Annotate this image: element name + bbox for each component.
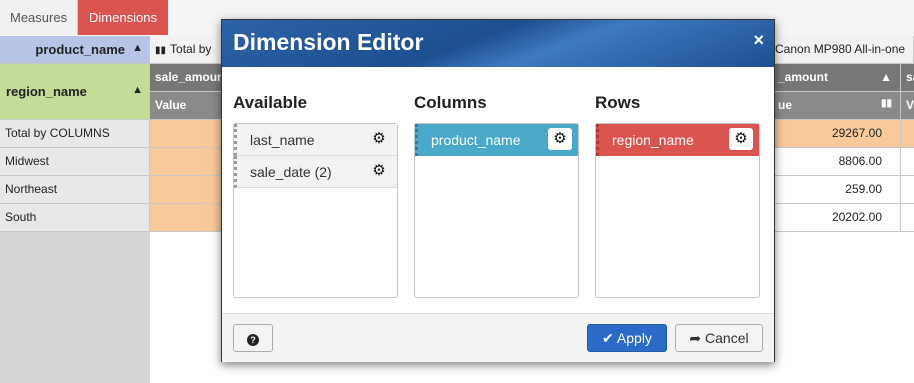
row-label: Total by COLUMNS: [0, 120, 150, 148]
row-label: Midwest: [0, 148, 150, 176]
apply-button[interactable]: ✔ Apply: [587, 324, 667, 352]
row-dimension-label: region_name: [6, 84, 87, 99]
total-cell: [150, 120, 222, 148]
value-header: ue ▮▮: [773, 92, 901, 120]
dialog-header: Dimension Editor ×: [222, 20, 774, 67]
measure-label: _amount: [778, 70, 829, 84]
available-list[interactable]: last_name ⚙ sale_date (2) ⚙: [233, 123, 398, 298]
dimension-label: product_name: [431, 132, 521, 148]
row-label: Northeast: [0, 176, 150, 204]
column-dimension-header[interactable]: product_name ▲︎: [0, 36, 150, 64]
sort-icon[interactable]: ▲: [132, 84, 143, 96]
bar-chart-icon: ▮▮: [155, 45, 167, 56]
gear-icon[interactable]: ⚙: [548, 128, 572, 150]
share-icon: ➦: [689, 330, 702, 346]
total-cell: [901, 120, 914, 148]
list-item[interactable]: sale_date (2) ⚙: [234, 156, 397, 188]
data-cell: [901, 176, 914, 204]
columns-list[interactable]: product_name ⚙: [414, 123, 579, 298]
cancel-button[interactable]: ➦ Cancel: [675, 324, 763, 352]
gear-icon[interactable]: ⚙: [367, 160, 391, 182]
data-cell: [150, 204, 222, 232]
dimension-label: sale_date (2): [250, 164, 332, 180]
value-header: Va: [901, 92, 914, 120]
data-cell: [150, 176, 222, 204]
column-total-label: Total by: [170, 42, 212, 56]
column-dimension-label: product_name: [35, 42, 125, 57]
cancel-label: Cancel: [705, 330, 749, 346]
available-title: Available: [233, 93, 308, 112]
check-icon: ✔: [602, 330, 614, 346]
data-cell: [150, 148, 222, 176]
dimension-editor-dialog: Dimension Editor × Available Columns Row…: [221, 19, 775, 362]
tab-dimensions[interactable]: Dimensions: [78, 0, 168, 35]
total-cell: 29267.00: [773, 120, 901, 148]
question-icon: ?: [247, 334, 259, 346]
data-cell: 259.00: [773, 176, 901, 204]
dialog-title: Dimension Editor: [233, 29, 424, 55]
apply-label: Apply: [616, 330, 652, 346]
sort-icon[interactable]: ▲: [880, 70, 892, 84]
value-header: Value: [150, 92, 222, 120]
product-column-label: Canon MP980 All-in-one: [775, 42, 906, 56]
data-cell: 20202.00: [773, 204, 901, 232]
measure-header: sale_amount: [150, 64, 222, 92]
rows-list[interactable]: region_name ⚙: [595, 123, 760, 298]
columns-title: Columns: [414, 93, 487, 112]
tab-measures[interactable]: Measures: [0, 0, 78, 35]
data-cell: [901, 148, 914, 176]
help-button[interactable]: ?: [233, 324, 273, 352]
dimension-label: region_name: [612, 132, 694, 148]
list-item[interactable]: region_name ⚙: [596, 124, 759, 156]
row-dimension-header[interactable]: region_name ▲: [0, 64, 150, 120]
dimension-label: last_name: [250, 132, 315, 148]
value-label: ue: [778, 98, 793, 112]
dialog-footer: ? ✔ Apply ➦ Cancel: [222, 313, 774, 362]
gear-icon[interactable]: ⚙: [367, 128, 391, 150]
row-label: South: [0, 204, 150, 232]
close-icon[interactable]: ×: [753, 30, 764, 51]
list-item[interactable]: product_name ⚙: [415, 124, 578, 156]
sort-icon[interactable]: ▲︎: [132, 42, 143, 54]
data-cell: [901, 204, 914, 232]
data-cell: 8806.00: [773, 148, 901, 176]
bar-chart-icon[interactable]: ▮▮: [881, 98, 892, 109]
measure-header: sa: [901, 64, 914, 92]
list-item[interactable]: last_name ⚙: [234, 124, 397, 156]
rows-title: Rows: [595, 93, 641, 112]
gear-icon[interactable]: ⚙: [729, 128, 753, 150]
grid-empty-area: [0, 232, 150, 383]
measure-header: _amount ▲: [773, 64, 901, 92]
